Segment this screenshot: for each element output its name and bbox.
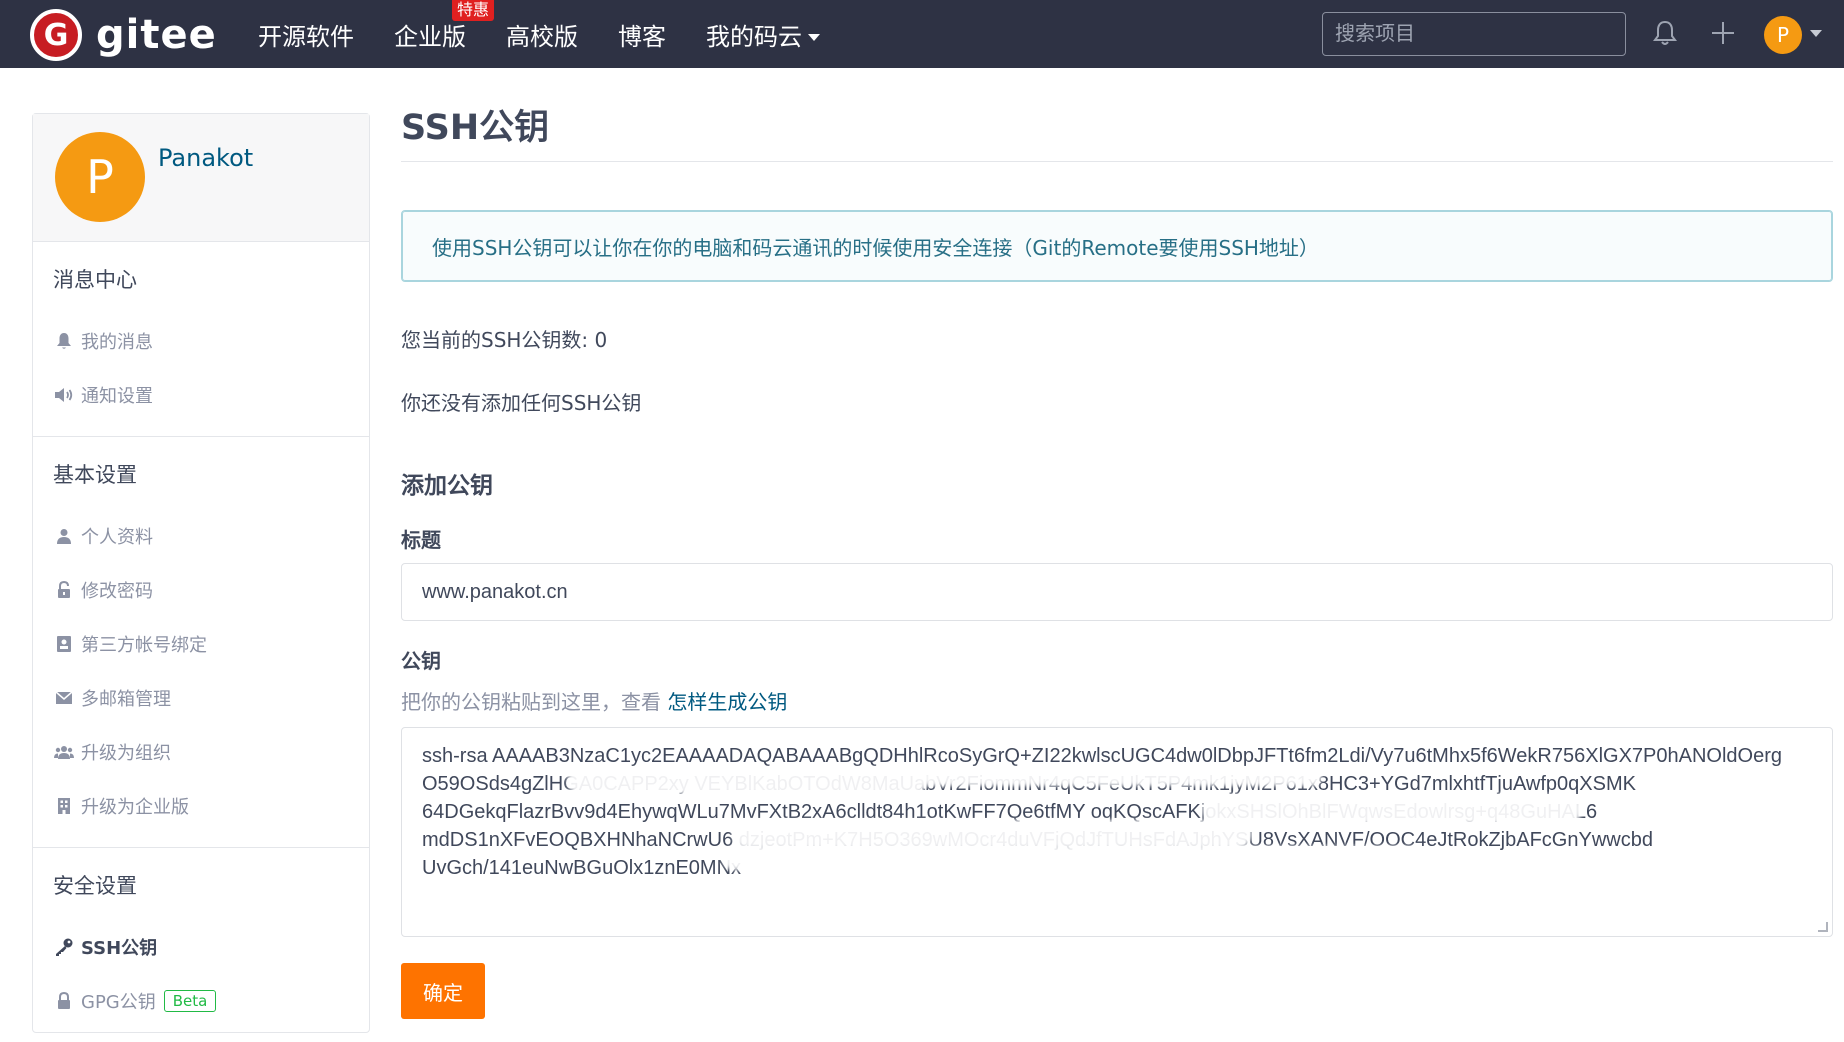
nav-link-label: 企业版 [394,22,466,51]
sidebar-item-ssh-keys[interactable]: SSH公钥 [33,920,369,974]
sidebar-section-basic: 基本设置 个人资料 修改密码 第三方帐号绑定 多邮箱管理 升级为组织 升级为企业… [33,437,369,848]
sidebar-item-notification-settings[interactable]: 通知设置 [33,368,369,422]
lock-icon [53,990,75,1012]
sidebar-item-label: 升级为企业版 [81,797,189,818]
user-icon [53,525,75,547]
key-line: ssh-rsa AAAAB3NzaC1yc2EAAAADAQABAAABgQDH… [422,745,1782,767]
title-input[interactable] [401,563,1833,621]
page-title: SSH公钥 [401,98,1833,162]
confirm-button[interactable]: 确定 [401,963,485,1019]
building-icon [53,795,75,817]
sidebar-item-profile[interactable]: 个人资料 [33,509,369,563]
sidebar-item-label: 修改密码 [81,581,153,602]
sidebar-item-label: 第三方帐号绑定 [81,635,207,656]
sidebar-item-upgrade-organization[interactable]: 升级为组织 [33,725,369,779]
redaction-blur [567,768,927,794]
sidebar-section-title: 安全设置 [53,874,137,898]
nav-link-label: 博客 [618,22,666,51]
sidebar-item-label: 个人资料 [81,527,153,548]
key-label: 公钥 [401,649,441,673]
nav-link-label: 我的码云 [706,22,802,51]
sidebar-item-label: 多邮箱管理 [81,689,171,710]
redaction-blur [732,820,1252,848]
gitee-logo-text: gitee [96,12,217,58]
ssh-key-count: 您当前的SSH公钥数: 0 [401,328,608,352]
unlock-icon [53,579,75,601]
sidebar-item-label: 通知设置 [81,386,153,407]
sidebar-item-change-password[interactable]: 修改密码 [33,563,369,617]
beta-badge: Beta [163,990,217,1012]
main-content: SSH公钥 使用SSH公钥可以让你在你的电脑和码云通讯的时候使用安全连接（Git… [401,98,1833,1019]
info-message-text: 使用SSH公钥可以让你在你的电脑和码云通讯的时候使用安全连接（Git的Remot… [432,235,1319,260]
nav-link-open-source[interactable]: 开源软件 [258,17,354,52]
key-hint: 把你的公钥粘贴到这里，查看 怎样生成公钥 [401,686,1833,715]
sidebar-item-label: GPG公钥 [81,992,156,1013]
sidebar-item-email-management[interactable]: 多邮箱管理 [33,671,369,725]
resize-handle[interactable] [1818,922,1828,932]
nav-link-enterprise[interactable]: 企业版 特惠 [394,0,495,52]
top-navbar: G gitee 开源软件 企业版 特惠 高校版 博客 我的码云 P [0,0,1844,68]
nav-link-blog[interactable]: 博客 [618,17,666,52]
public-key-textarea[interactable]: ssh-rsa AAAAB3NzaC1yc2EAAAADAQABAAABgQDH… [401,727,1833,937]
key-icon [53,936,75,958]
avatar[interactable]: P [1764,16,1802,54]
sidebar-item-label: 升级为组织 [81,743,171,764]
info-message: 使用SSH公钥可以让你在你的电脑和码云通讯的时候使用安全连接（Git的Remot… [401,210,1833,282]
nav-link-label: 高校版 [506,22,578,51]
how-to-generate-key-link[interactable]: 怎样生成公钥 [667,690,787,714]
title-label: 标题 [401,528,441,552]
profile-card: P Panakot [33,114,369,242]
empty-state-text: 你还没有添加任何SSH公钥 [401,391,642,415]
avatar[interactable]: P [55,132,145,222]
sidebar-item-label: SSH公钥 [81,938,158,959]
promo-badge: 特惠 [452,0,495,21]
add-key-heading: 添加公钥 [401,473,493,499]
id-card-icon [53,633,75,655]
sidebar-section-title: 消息中心 [53,268,137,292]
chevron-down-icon [808,34,820,41]
search-input[interactable] [1322,12,1626,56]
gitee-logo[interactable]: G gitee [30,9,217,61]
nav-link-label: 开源软件 [258,22,354,51]
key-hint-text: 把你的公钥粘贴到这里，查看 [401,690,661,714]
speaker-icon [53,384,75,406]
sidebar-item-gpg-keys[interactable]: GPG公钥 Beta [33,974,369,1028]
plus-icon[interactable] [1706,16,1740,50]
sidebar-section-title: 基本设置 [53,463,137,487]
sidebar-section-messages: 消息中心 我的消息 通知设置 [33,242,369,437]
users-icon [53,741,75,763]
sidebar-item-third-party-binding[interactable]: 第三方帐号绑定 [33,617,369,671]
redaction-blur [922,768,1322,786]
sidebar-item-my-messages[interactable]: 我的消息 [33,314,369,368]
sidebar-section-security: 安全设置 SSH公钥 GPG公钥 Beta [33,848,369,1042]
sidebar-item-upgrade-enterprise[interactable]: 升级为企业版 [33,779,369,833]
bell-icon [53,330,75,352]
chevron-down-icon[interactable] [1810,30,1822,37]
gitee-logo-badge: G [30,9,82,61]
settings-sidebar: P Panakot 消息中心 我的消息 通知设置 基本设置 个人资料 修改密码 … [32,113,370,1033]
redaction-blur [1202,794,1582,824]
redaction-blur [722,846,1422,870]
nav-link-education[interactable]: 高校版 [506,17,578,52]
username-link[interactable]: Panakot [158,144,253,172]
nav-link-my-gitee[interactable]: 我的码云 [706,17,820,52]
bell-icon[interactable] [1648,16,1682,50]
sidebar-item-label: 我的消息 [81,332,153,353]
envelope-icon [53,687,75,709]
nav-links: 开源软件 企业版 特惠 高校版 博客 我的码云 [258,0,860,68]
